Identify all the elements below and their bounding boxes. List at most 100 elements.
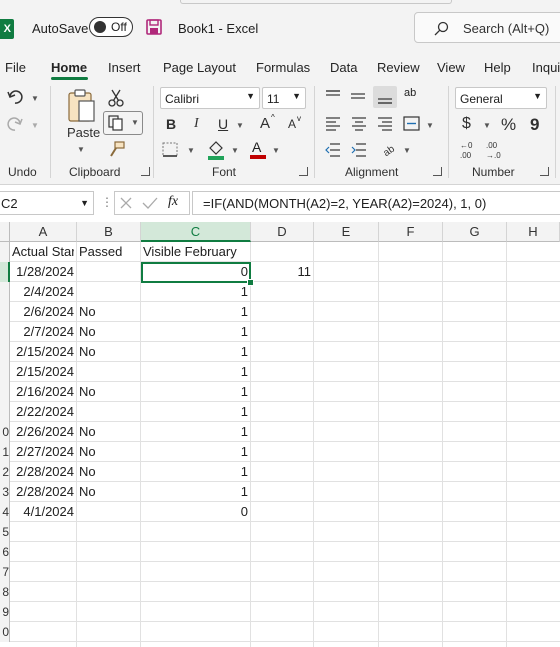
row-header[interactable]: 0 <box>0 622 10 642</box>
orientation-dropdown-chevron-icon[interactable]: ▼ <box>403 146 411 155</box>
tab-inquire[interactable]: Inqui <box>532 60 560 75</box>
font-launcher-icon[interactable] <box>299 167 308 176</box>
wrap-text-icon[interactable]: ab <box>404 87 416 99</box>
cell-a12[interactable]: 2/28/2024 <box>12 462 74 482</box>
cell-d2[interactable]: 11 <box>253 262 312 282</box>
cell-a4[interactable]: 2/6/2024 <box>12 302 74 322</box>
row-header[interactable]: 5 <box>0 522 10 542</box>
format-painter-icon[interactable] <box>108 140 126 158</box>
insert-function-fx-icon[interactable]: fx <box>168 194 178 210</box>
number-launcher-icon[interactable] <box>540 167 549 176</box>
tab-formulas[interactable]: Formulas <box>256 60 310 75</box>
cell-a6[interactable]: 2/15/2024 <box>12 342 74 362</box>
tab-view[interactable]: View <box>437 60 465 75</box>
font-size-dropdown[interactable]: 11 ▼ <box>262 87 306 109</box>
cell-b8[interactable]: No <box>79 382 138 402</box>
row-header[interactable] <box>0 342 10 362</box>
cell-c13[interactable]: 1 <box>143 482 248 502</box>
row-header[interactable] <box>0 262 10 282</box>
paste-dropdown-chevron-icon[interactable]: ▼ <box>77 145 85 154</box>
fill-color-dropdown-chevron-icon[interactable]: ▼ <box>231 146 239 155</box>
undo-dropdown-chevron-icon[interactable]: ▼ <box>31 94 39 103</box>
redo-dropdown-chevron-icon[interactable]: ▼ <box>31 121 39 130</box>
font-name-dropdown[interactable]: Calibri ▼ <box>160 87 260 109</box>
row-header[interactable] <box>0 302 10 322</box>
select-all-corner[interactable] <box>0 222 10 242</box>
fill-color-icon[interactable] <box>207 140 225 160</box>
number-format-dropdown[interactable]: General ▼ <box>455 87 547 109</box>
cell-c4[interactable]: 1 <box>143 302 248 322</box>
row-header[interactable] <box>0 322 10 342</box>
grow-font-button[interactable]: A <box>260 116 270 131</box>
cell-b11[interactable]: No <box>79 442 138 462</box>
cell-c10[interactable]: 1 <box>143 422 248 442</box>
cell-c8[interactable]: 1 <box>143 382 248 402</box>
cell-c7[interactable]: 1 <box>143 362 248 382</box>
cell-c6[interactable]: 1 <box>143 342 248 362</box>
clipboard-launcher-icon[interactable] <box>141 167 150 176</box>
row-header[interactable] <box>0 282 10 302</box>
cell-b1[interactable]: Passed <box>79 242 138 262</box>
row-header[interactable]: 2 <box>0 462 10 482</box>
formula-input[interactable]: =IF(AND(MONTH(A2)=2, YEAR(A2)=2024), 1, … <box>192 191 560 215</box>
formula-bar-grip-icon[interactable]: ⋮ <box>101 195 113 209</box>
tab-page-layout[interactable]: Page Layout <box>163 60 236 75</box>
row-header[interactable]: 0 <box>0 422 10 442</box>
row-header[interactable] <box>0 242 10 262</box>
cell-c11[interactable]: 1 <box>143 442 248 462</box>
cell-a2[interactable]: 1/28/2024 <box>12 262 74 282</box>
column-header-b[interactable]: B <box>77 222 141 242</box>
underline-dropdown-chevron-icon[interactable]: ▼ <box>236 121 244 130</box>
currency-dropdown-chevron-icon[interactable]: ▼ <box>483 121 491 130</box>
tab-insert[interactable]: Insert <box>108 60 141 75</box>
bottom-align-button[interactable] <box>373 86 397 108</box>
cell-b13[interactable]: No <box>79 482 138 502</box>
tab-file[interactable]: File <box>5 60 26 75</box>
tab-review[interactable]: Review <box>377 60 420 75</box>
column-header-f[interactable]: F <box>379 222 443 242</box>
column-header-c[interactable]: C <box>141 222 251 242</box>
row-header[interactable]: 4 <box>0 502 10 522</box>
tab-home[interactable]: Home <box>51 60 87 75</box>
alignment-launcher-icon[interactable] <box>433 167 442 176</box>
currency-button[interactable]: $ <box>462 116 471 132</box>
cell-b5[interactable]: No <box>79 322 138 342</box>
cell-b12[interactable]: No <box>79 462 138 482</box>
percent-button[interactable]: % <box>501 116 516 133</box>
search-box[interactable]: Search (Alt+Q) <box>414 12 560 43</box>
redo-icon[interactable] <box>6 115 24 133</box>
cell-a1[interactable]: Actual Star <box>12 242 74 262</box>
merge-dropdown-chevron-icon[interactable]: ▼ <box>426 121 434 130</box>
column-header-e[interactable]: E <box>314 222 379 242</box>
row-header[interactable] <box>0 382 10 402</box>
row-header[interactable]: 3 <box>0 482 10 502</box>
save-icon[interactable] <box>146 19 162 35</box>
tab-help[interactable]: Help <box>484 60 511 75</box>
font-color-dropdown-chevron-icon[interactable]: ▼ <box>272 146 280 155</box>
row-header[interactable]: 6 <box>0 542 10 562</box>
cell-a14[interactable]: 4/1/2024 <box>12 502 74 522</box>
paste-icon[interactable] <box>66 88 96 124</box>
cell-a8[interactable]: 2/16/2024 <box>12 382 74 402</box>
cell-c1[interactable]: Visible February <box>143 242 248 262</box>
column-header-a[interactable]: A <box>10 222 77 242</box>
cell-c14[interactable]: 0 <box>143 502 248 522</box>
autosave-toggle[interactable]: Off <box>89 17 133 37</box>
paste-label[interactable]: Paste <box>67 126 100 139</box>
cell-c12[interactable]: 1 <box>143 462 248 482</box>
column-header-g[interactable]: G <box>443 222 507 242</box>
active-cell-c2[interactable] <box>141 262 251 283</box>
row-header[interactable]: 1 <box>0 442 10 462</box>
cell-a11[interactable]: 2/27/2024 <box>12 442 74 462</box>
cell-a10[interactable]: 2/26/2024 <box>12 422 74 442</box>
row-header[interactable]: 8 <box>0 582 10 602</box>
cell-c5[interactable]: 1 <box>143 322 248 342</box>
cell-c3[interactable]: 1 <box>143 282 248 302</box>
enter-check-icon[interactable] <box>142 196 158 210</box>
comma-style-button[interactable]: 9 <box>530 116 539 133</box>
cell-b6[interactable]: No <box>79 342 138 362</box>
cell-b10[interactable]: No <box>79 422 138 442</box>
bold-button[interactable]: B <box>166 117 176 131</box>
row-header[interactable]: 9 <box>0 602 10 622</box>
cell-b4[interactable]: No <box>79 302 138 322</box>
